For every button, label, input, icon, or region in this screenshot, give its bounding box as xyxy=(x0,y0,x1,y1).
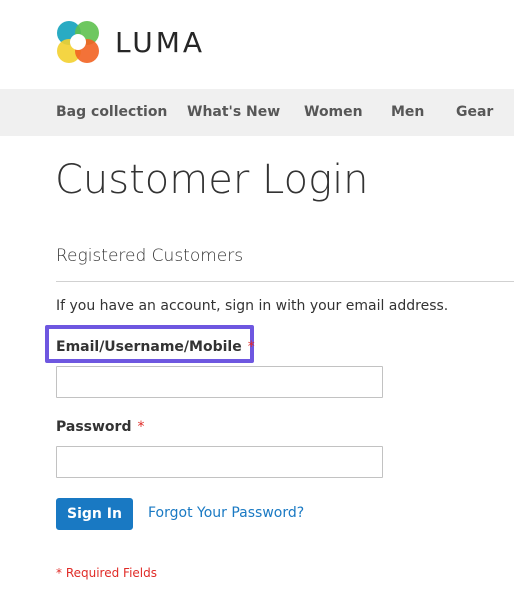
registered-customers-title: Registered Customers xyxy=(56,246,244,266)
password-label: Password * xyxy=(56,419,144,435)
page-title: Customer Login xyxy=(55,157,369,203)
email-label-text: Email/Username/Mobile xyxy=(56,339,242,355)
nav-item-bag-collection[interactable]: Bag collection xyxy=(56,104,167,120)
required-fields-note: * Required Fields xyxy=(56,566,157,580)
brand-name[interactable]: LUMA xyxy=(115,26,205,59)
forgot-password-link[interactable]: Forgot Your Password? xyxy=(148,505,304,521)
password-field[interactable] xyxy=(56,446,383,478)
sign-in-button[interactable]: Sign In xyxy=(56,498,133,530)
password-required-mark: * xyxy=(137,419,145,435)
main-nav: Bag collection What's New Women Men Gear xyxy=(0,89,514,136)
nav-item-women[interactable]: Women xyxy=(304,104,363,120)
site-header: LUMA xyxy=(0,0,514,89)
email-required-mark: * xyxy=(247,339,255,355)
email-label: Email/Username/Mobile * xyxy=(56,339,255,355)
password-label-text: Password xyxy=(56,419,132,435)
nav-item-gear[interactable]: Gear xyxy=(456,104,493,120)
luma-logo-icon[interactable] xyxy=(56,20,100,64)
login-intro-text: If you have an account, sign in with you… xyxy=(56,298,449,314)
nav-item-whats-new[interactable]: What's New xyxy=(187,104,280,120)
email-field[interactable] xyxy=(56,366,383,398)
section-divider xyxy=(56,281,514,282)
nav-item-men[interactable]: Men xyxy=(391,104,424,120)
